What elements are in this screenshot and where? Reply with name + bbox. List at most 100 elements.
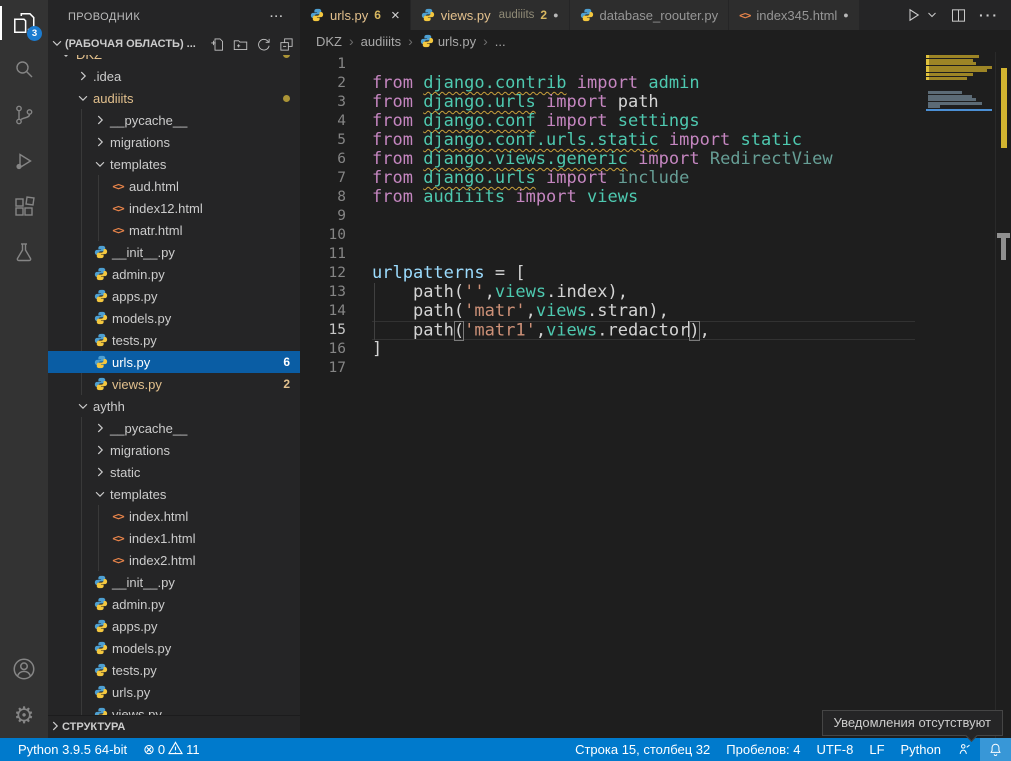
tree-item-__pycache__[interactable]: __pycache__ xyxy=(48,417,300,439)
tree-item-__pycache__[interactable]: __pycache__ xyxy=(48,109,300,131)
tree-item-migrations[interactable]: migrations xyxy=(48,131,300,153)
breadcrumb-item-DKZ[interactable]: DKZ xyxy=(316,34,342,49)
workspace-section-header[interactable]: (РАБОЧАЯ ОБЛАСТЬ) ... xyxy=(48,33,300,55)
chevron-down-icon[interactable] xyxy=(926,9,938,21)
breadcrumb-separator: › xyxy=(483,33,488,49)
overview-ruler[interactable] xyxy=(995,52,1011,738)
status-bar-left: Python 3.9.5 64-bit ⊗ 0 11 xyxy=(0,738,208,761)
vscode-window: 3 ⚙ ПРОВОДНИК ··· (РАБОЧАЯ ОБЛАСТЬ) ... … xyxy=(0,0,1011,761)
eol-item[interactable]: LF xyxy=(861,738,892,761)
tab-views.py[interactable]: views.pyaudiiits2● xyxy=(411,0,570,30)
activity-bar-explorer[interactable]: 3 xyxy=(0,0,48,46)
tree-item-admin.py[interactable]: admin.py xyxy=(48,593,300,615)
gear-icon: ⚙ xyxy=(14,704,35,727)
feedback-icon[interactable] xyxy=(949,738,980,761)
tree-item-.idea[interactable]: .idea xyxy=(48,65,300,87)
explorer-sidebar: ПРОВОДНИК ··· (РАБОЧАЯ ОБЛАСТЬ) ... DKZ.… xyxy=(48,0,300,738)
tree-item-__init__.py[interactable]: __init__.py xyxy=(48,241,300,263)
tab-index345.html[interactable]: <>index345.html● xyxy=(729,0,860,30)
tab-bar: urls.py6×views.pyaudiiits2●database_roou… xyxy=(300,0,1011,30)
tree-item-index.html[interactable]: <>index.html xyxy=(48,505,300,527)
activity-bar-account[interactable] xyxy=(0,646,48,692)
tree-item-templates[interactable]: templates xyxy=(48,153,300,175)
line-text: from django.urls import path xyxy=(372,93,915,112)
tree-item-admin.py[interactable]: admin.py xyxy=(48,263,300,285)
tree-item-views.py[interactable]: views.py xyxy=(48,703,300,715)
dirty-dot-icon[interactable]: ● xyxy=(553,10,558,20)
python-interpreter-item[interactable]: Python 3.9.5 64-bit xyxy=(0,738,135,761)
code-editor[interactable]: 12from django.contrib import admin3from … xyxy=(300,52,1011,738)
tree-item-urls.py[interactable]: urls.py6 xyxy=(48,351,300,373)
close-icon[interactable]: × xyxy=(391,7,400,24)
split-editor-icon[interactable] xyxy=(950,7,967,24)
chevron-right-icon xyxy=(92,113,108,127)
tab-database_roouter.py[interactable]: database_roouter.py xyxy=(570,0,730,30)
tree-item-audiiits[interactable]: audiiits xyxy=(48,87,300,109)
problems-item[interactable]: ⊗ 0 11 xyxy=(135,738,207,761)
tree-item-aud.html[interactable]: <>aud.html xyxy=(48,175,300,197)
scrollbar-slider[interactable] xyxy=(1001,238,1006,260)
tab-urls.py[interactable]: urls.py6× xyxy=(300,0,411,30)
code-area: 12from django.contrib import admin3from … xyxy=(300,55,915,378)
html-file-icon: <> xyxy=(109,554,127,567)
activity-bar-top: 3 xyxy=(0,0,48,276)
line-number: 14 xyxy=(300,302,346,321)
activity-bar-settings[interactable]: ⚙ xyxy=(0,692,48,738)
code-line-6: 6from django.views.generic import Redire… xyxy=(300,150,915,169)
breadcrumb-item-...[interactable]: ... xyxy=(495,34,506,49)
tree-item-index2.html[interactable]: <>index2.html xyxy=(48,549,300,571)
collapse-all-icon[interactable] xyxy=(279,37,294,52)
tree-item-urls.py[interactable]: urls.py xyxy=(48,681,300,703)
tree-item-models.py[interactable]: models.py xyxy=(48,307,300,329)
structure-section-header[interactable]: СТРУКТУРА xyxy=(48,715,300,738)
activity-bar-run-debug[interactable] xyxy=(0,138,48,184)
tree-item-label: views.py xyxy=(112,377,162,392)
tree-item-index1.html[interactable]: <>index1.html xyxy=(48,527,300,549)
tree-item-tests.py[interactable]: tests.py xyxy=(48,329,300,351)
activity-bar-source-control[interactable] xyxy=(0,92,48,138)
tree-item-static[interactable]: static xyxy=(48,461,300,483)
notifications-bell-icon[interactable] xyxy=(980,738,1011,761)
python-file-icon xyxy=(92,289,110,303)
code-line-5: 5from django.conf.urls.static import sta… xyxy=(300,131,915,150)
tree-item-templates[interactable]: templates xyxy=(48,483,300,505)
refresh-icon[interactable] xyxy=(256,37,271,52)
activity-bar-search[interactable] xyxy=(0,46,48,92)
line-number: 3 xyxy=(300,93,346,112)
tree-item-apps.py[interactable]: apps.py xyxy=(48,615,300,637)
source-control-icon xyxy=(12,103,36,127)
activity-bar-extensions[interactable] xyxy=(0,184,48,230)
encoding-item[interactable]: UTF-8 xyxy=(809,738,862,761)
tree-item-apps.py[interactable]: apps.py xyxy=(48,285,300,307)
code-line-1: 1 xyxy=(300,55,915,74)
chevron-down-icon xyxy=(50,36,64,53)
new-file-icon[interactable] xyxy=(210,37,225,52)
indentation-item[interactable]: Пробелов: 4 xyxy=(718,738,808,761)
tree-item-models.py[interactable]: models.py xyxy=(48,637,300,659)
tab-label: urls.py xyxy=(330,8,368,23)
tree-item-matr.html[interactable]: <>matr.html xyxy=(48,219,300,241)
sidebar-more-actions-button[interactable]: ··· xyxy=(270,11,284,23)
tab-problems-badge: 2 xyxy=(540,8,547,22)
more-icon[interactable]: ··· xyxy=(979,7,999,23)
tree-item-__init__.py[interactable]: __init__.py xyxy=(48,571,300,593)
tree-item-aythh[interactable]: aythh xyxy=(48,395,300,417)
line-number: 16 xyxy=(300,340,346,359)
breadcrumb-item-urls.py[interactable]: urls.py xyxy=(420,34,476,49)
activity-bar-testing[interactable] xyxy=(0,230,48,276)
tree-item-index12.html[interactable]: <>index12.html xyxy=(48,197,300,219)
run-icon[interactable] xyxy=(904,6,922,24)
tree-item-migrations[interactable]: migrations xyxy=(48,439,300,461)
code-line-12: 12urlpatterns = [ xyxy=(300,264,915,283)
tree-item-views.py[interactable]: views.py2 xyxy=(48,373,300,395)
dirty-dot-icon[interactable]: ● xyxy=(843,10,848,20)
python-file-icon xyxy=(580,8,594,22)
language-mode-item[interactable]: Python xyxy=(893,738,949,761)
breadcrumb-item-audiiits[interactable]: audiiits xyxy=(361,34,401,49)
new-folder-icon[interactable] xyxy=(233,37,248,52)
tree-item-tests.py[interactable]: tests.py xyxy=(48,659,300,681)
cursor-position-item[interactable]: Строка 15, столбец 32 xyxy=(567,738,718,761)
python-file-icon xyxy=(310,8,324,22)
testing-icon xyxy=(12,241,36,265)
file-tree: DKZ.ideaaudiiits__pycache__migrationstem… xyxy=(48,43,300,715)
